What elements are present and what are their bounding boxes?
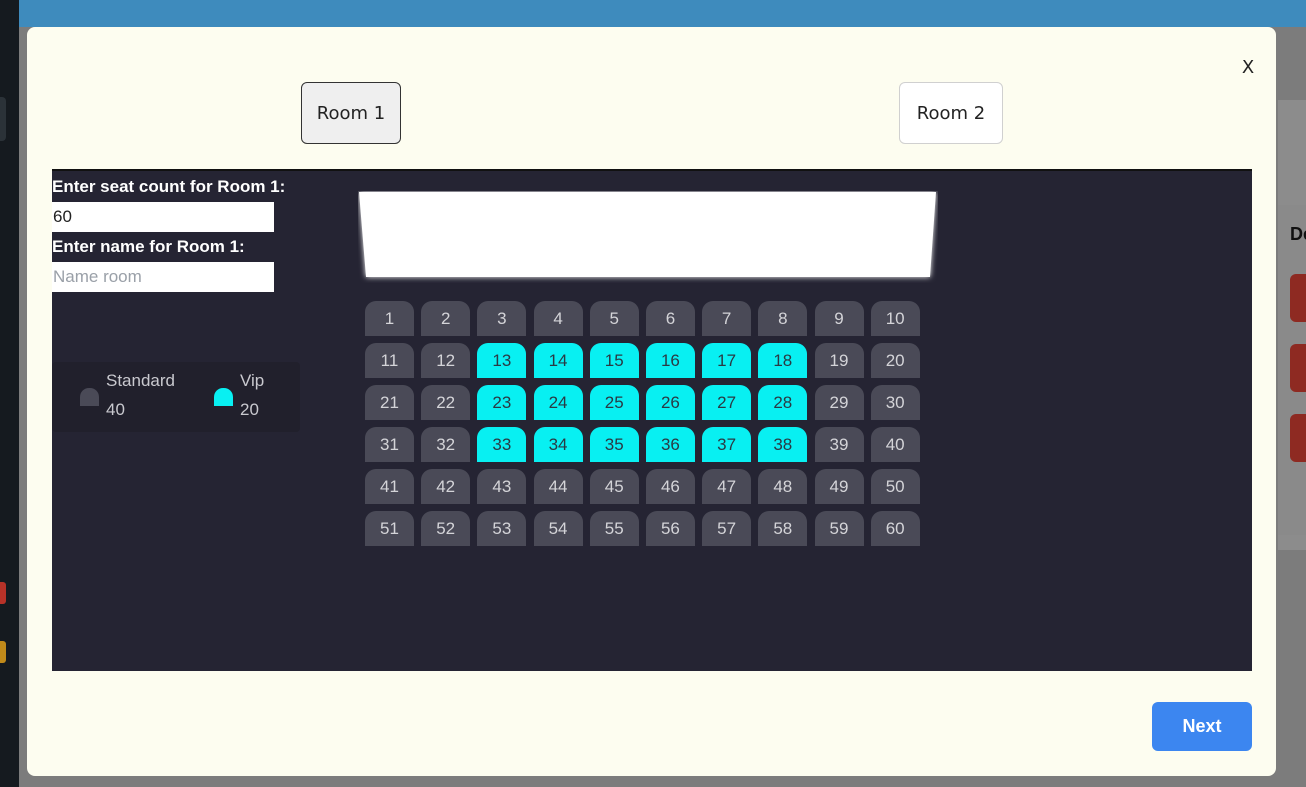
seat-standard[interactable]: 51: [365, 511, 414, 546]
seat-standard[interactable]: 19: [814, 343, 864, 378]
seat-standard[interactable]: 11: [365, 343, 414, 378]
room-setup-modal: X Room 1 Room 2 Enter seat count for Roo…: [27, 27, 1276, 776]
standard-seat-icon: [80, 388, 99, 406]
seat-standard[interactable]: 47: [702, 469, 752, 504]
background-delete-button: [1290, 414, 1306, 462]
seat-vip[interactable]: 13: [477, 343, 527, 378]
seat-standard[interactable]: 45: [589, 469, 639, 504]
sidebar-badge-red: [0, 582, 6, 604]
seat-standard[interactable]: 2: [421, 301, 471, 336]
legend-standard-count: 40: [106, 400, 125, 419]
seat-standard[interactable]: 43: [477, 469, 527, 504]
seat-vip[interactable]: 16: [645, 343, 695, 378]
seat-standard[interactable]: 40: [870, 427, 920, 462]
seat-standard[interactable]: 7: [702, 301, 752, 336]
seat-vip[interactable]: 17: [702, 343, 752, 378]
seat-vip[interactable]: 24: [533, 385, 583, 420]
seat-standard[interactable]: 6: [645, 301, 695, 336]
seat-standard[interactable]: 59: [814, 511, 864, 546]
tab-room-1[interactable]: Room 1: [301, 82, 401, 144]
seat-standard[interactable]: 56: [645, 511, 695, 546]
seat-standard[interactable]: 46: [645, 469, 695, 504]
seat-vip[interactable]: 15: [589, 343, 639, 378]
seat-standard[interactable]: 20: [870, 343, 920, 378]
seat-standard[interactable]: 50: [870, 469, 920, 504]
legend-vip-name: Vip: [240, 371, 265, 390]
seat-vip[interactable]: 36: [645, 427, 695, 462]
seat-standard[interactable]: 57: [702, 511, 752, 546]
seat-standard[interactable]: 30: [870, 385, 920, 420]
seat-count-input[interactable]: [52, 202, 274, 232]
seat-standard[interactable]: 49: [814, 469, 864, 504]
seat-vip[interactable]: 33: [477, 427, 527, 462]
seat-standard[interactable]: 42: [421, 469, 471, 504]
seat-standard[interactable]: 10: [870, 301, 920, 336]
legend-standard-name: Standard: [106, 371, 175, 390]
seat-standard[interactable]: 8: [758, 301, 808, 336]
sidebar-item: [0, 97, 6, 141]
seat-standard[interactable]: 9: [814, 301, 864, 336]
seat-legend: Standard 40 Vip 20: [52, 362, 300, 432]
seat-vip[interactable]: 18: [758, 343, 808, 378]
room-name-input[interactable]: [52, 262, 274, 292]
seat-vip[interactable]: 14: [533, 343, 583, 378]
seat-vip[interactable]: 23: [477, 385, 527, 420]
room-config-panel: Enter seat count for Room 1: Enter name …: [52, 169, 1252, 671]
seat-vip[interactable]: 25: [589, 385, 639, 420]
sidebar-badge-orange: [0, 641, 6, 663]
room-name-label: Enter name for Room 1:: [52, 237, 245, 256]
next-button[interactable]: Next: [1152, 702, 1252, 751]
background-column-header: De: [1290, 224, 1306, 244]
seat-standard[interactable]: 5: [589, 301, 639, 336]
seat-standard[interactable]: 53: [477, 511, 527, 546]
seat-standard[interactable]: 41: [365, 469, 414, 504]
seat-vip[interactable]: 38: [758, 427, 808, 462]
seat-standard[interactable]: 3: [477, 301, 527, 336]
seat-standard[interactable]: 4: [533, 301, 583, 336]
seat-standard[interactable]: 39: [814, 427, 864, 462]
background-delete-button: [1290, 344, 1306, 392]
legend-vip-count: 20: [240, 400, 259, 419]
seat-count-label: Enter seat count for Room 1:: [52, 177, 286, 196]
seat-standard[interactable]: 31: [365, 427, 414, 462]
seat-standard[interactable]: 48: [758, 469, 808, 504]
seat-vip[interactable]: 27: [702, 385, 752, 420]
seat-standard[interactable]: 54: [533, 511, 583, 546]
app-topbar: [0, 0, 1306, 27]
seat-vip[interactable]: 37: [702, 427, 752, 462]
seat-standard[interactable]: 29: [814, 385, 864, 420]
close-button[interactable]: X: [1237, 55, 1259, 79]
vip-seat-icon: [214, 388, 233, 406]
background-delete-button: [1290, 274, 1306, 322]
seat-vip[interactable]: 26: [645, 385, 695, 420]
seat-vip[interactable]: 34: [533, 427, 583, 462]
tab-room-2[interactable]: Room 2: [899, 82, 1003, 144]
seat-vip[interactable]: 35: [589, 427, 639, 462]
seat-standard[interactable]: 12: [421, 343, 471, 378]
seat-standard[interactable]: 52: [421, 511, 471, 546]
seat-standard[interactable]: 44: [533, 469, 583, 504]
cinema-screen: [359, 192, 936, 277]
seat-standard[interactable]: 58: [758, 511, 808, 546]
seat-standard[interactable]: 32: [421, 427, 471, 462]
seat-standard[interactable]: 22: [421, 385, 471, 420]
seat-standard[interactable]: 1: [365, 301, 414, 336]
seat-standard[interactable]: 21: [365, 385, 414, 420]
seat-vip[interactable]: 28: [758, 385, 808, 420]
seat-map: 1 2 3 4 5 6 7 8 9 10 11 12 13 14 15 16 17 18 19 20 21 22 23 24 2…: [365, 301, 925, 546]
seat-standard[interactable]: 60: [870, 511, 920, 546]
seat-standard[interactable]: 55: [589, 511, 639, 546]
